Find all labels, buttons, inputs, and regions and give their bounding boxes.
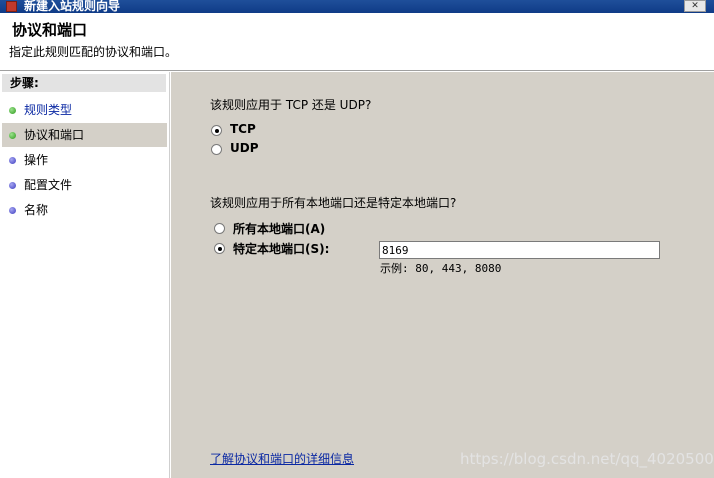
page-subtitle: 指定此规则匹配的协议和端口。 (9, 45, 178, 59)
port-input[interactable] (379, 241, 660, 259)
specific-ports-label: 特定本地端口(S): (233, 242, 330, 256)
tcp-radio[interactable]: TCP (211, 122, 331, 140)
specific-ports-radio[interactable]: 特定本地端口(S): (214, 240, 364, 258)
all-ports-radio[interactable]: 所有本地端口(A) (214, 220, 364, 238)
step-label: 规则类型 (24, 103, 73, 117)
wizard-header: 协议和端口 指定此规则匹配的协议和端口。 (0, 13, 714, 71)
step-complete-dot-icon (9, 107, 16, 114)
step-label: 名称 (24, 203, 49, 217)
ports-question: 该规则应用于所有本地端口还是特定本地端口? (210, 196, 457, 210)
step-name: 名称 (2, 198, 167, 222)
step-label: 协议和端口 (24, 128, 85, 142)
page-title: 协议和端口 (12, 21, 88, 39)
radio-selected-icon (211, 125, 222, 136)
step-label: 操作 (24, 153, 49, 167)
title-bar: 新建入站规则向导 ✕ (0, 0, 714, 13)
watermark: https://blog.csdn.net/qq_40205002 (460, 450, 714, 468)
steps-sidebar: 步骤: 规则类型 协议和端口 操作 配置文件 名称 (0, 72, 170, 478)
radio-unselected-icon (214, 223, 225, 234)
step-label: 配置文件 (24, 178, 73, 192)
firewall-icon (6, 1, 17, 12)
window-title: 新建入站规则向导 (24, 0, 121, 13)
learn-more-link[interactable]: 了解协议和端口的详细信息 (210, 450, 354, 467)
udp-radio[interactable]: UDP (211, 141, 331, 159)
step-pending-dot-icon (9, 182, 16, 189)
udp-label: UDP (230, 141, 259, 155)
protocol-question: 该规则应用于 TCP 还是 UDP? (210, 98, 372, 112)
step-rule-type[interactable]: 规则类型 (2, 98, 167, 122)
step-action: 操作 (2, 148, 167, 172)
step-protocol-ports[interactable]: 协议和端口 (2, 123, 167, 147)
step-complete-dot-icon (9, 132, 16, 139)
step-pending-dot-icon (9, 207, 16, 214)
port-example-hint: 示例: 80, 443, 8080 (380, 262, 502, 275)
all-ports-label: 所有本地端口(A) (233, 222, 326, 236)
steps-heading: 步骤: (2, 74, 166, 92)
radio-selected-icon (214, 243, 225, 254)
close-button[interactable]: ✕ (684, 0, 706, 12)
step-pending-dot-icon (9, 157, 16, 164)
radio-unselected-icon (211, 144, 222, 155)
step-profile: 配置文件 (2, 173, 167, 197)
tcp-label: TCP (230, 122, 256, 136)
